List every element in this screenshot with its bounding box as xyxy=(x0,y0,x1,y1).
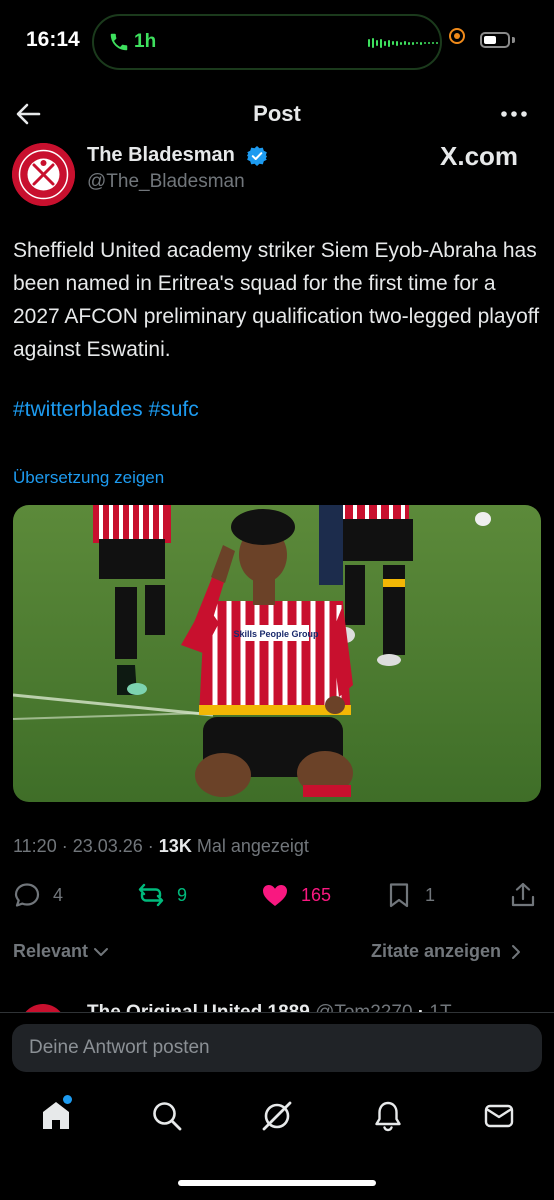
reply-input[interactable]: Deine Antwort posten xyxy=(12,1024,542,1072)
share-button[interactable] xyxy=(509,880,537,910)
tweet-date: 23.03.26 xyxy=(72,836,143,856)
grok-icon xyxy=(262,1101,292,1131)
view-quotes-link[interactable]: Zitate anzeigen xyxy=(371,941,525,962)
notifications-icon xyxy=(375,1101,401,1132)
avatar[interactable] xyxy=(12,143,75,206)
tweet-photo[interactable]: Skills People Group xyxy=(13,505,541,802)
bookmark-count: 1 xyxy=(425,884,436,905)
more-options-icon[interactable] xyxy=(498,100,530,128)
tab-search[interactable] xyxy=(149,1098,185,1134)
bookmark-button[interactable]: 1 xyxy=(385,880,435,910)
heart-icon xyxy=(263,885,287,906)
phone-icon xyxy=(110,33,128,51)
tweet-text: Sheffield United academy striker Siem Ey… xyxy=(13,239,540,361)
views-label: Mal angezeigt xyxy=(196,836,309,856)
views-count: 13K xyxy=(158,836,192,856)
tweet-time: 11:20 xyxy=(13,836,57,856)
like-button[interactable]: 165 xyxy=(261,880,331,910)
sort-dropdown[interactable]: Relevant xyxy=(13,941,110,962)
call-duration: 1h xyxy=(134,31,157,52)
verified-badge-icon xyxy=(247,146,267,166)
messages-icon xyxy=(484,1104,514,1128)
hashtag-link[interactable]: #sufc xyxy=(149,398,199,421)
chevron-down-icon xyxy=(94,947,109,956)
audio-waveform xyxy=(368,38,438,48)
author-name[interactable]: The Bladesman xyxy=(87,144,235,167)
hashtags: #twitterblades #sufc xyxy=(13,398,205,422)
repost-icon xyxy=(138,883,164,907)
tab-notifications[interactable] xyxy=(370,1098,406,1134)
share-icon xyxy=(511,882,535,907)
like-count: 165 xyxy=(301,884,332,905)
status-time: 16:14 xyxy=(26,28,80,51)
quotes-label: Zitate anzeigen xyxy=(371,941,502,961)
repost-count: 9 xyxy=(177,884,188,905)
page-title: Post xyxy=(253,101,301,126)
bookmark-icon xyxy=(389,883,409,908)
reply-count: 4 xyxy=(53,884,64,905)
reply-button[interactable]: 4 xyxy=(13,880,63,910)
tab-grok[interactable] xyxy=(259,1098,295,1134)
dynamic-island-call[interactable]: 1h xyxy=(92,14,465,70)
search-icon xyxy=(153,1102,182,1131)
hashtag-link[interactable]: #twitterblades xyxy=(13,398,143,421)
notification-dot xyxy=(63,1095,72,1104)
reply-icon xyxy=(14,883,40,907)
club-crest-icon xyxy=(12,143,75,206)
translate-link[interactable]: Übersetzung zeigen xyxy=(13,468,164,488)
reply-avatar xyxy=(20,1004,66,1012)
battery-level xyxy=(484,36,496,44)
photo-sponsor-text: Skills People Group xyxy=(233,629,319,639)
divider xyxy=(0,1012,554,1013)
reply-preview[interactable]: The Original United 1889 @Tom2270 · 1T xyxy=(0,990,554,1012)
recording-indicator-icon xyxy=(449,28,465,44)
tab-messages[interactable] xyxy=(481,1098,517,1134)
sort-label: Relevant xyxy=(13,941,89,961)
source-label: X.com xyxy=(440,141,519,171)
battery-icon xyxy=(480,32,510,48)
football-celebration-photo: Skills People Group xyxy=(13,505,541,802)
tweet-meta: 11:20 · 23.03.26 · 13K Mal angezeigt xyxy=(13,836,309,856)
chevron-right-icon xyxy=(512,944,521,959)
reply-author: The Original United 1889 @Tom2270 · 1T xyxy=(87,1002,452,1012)
repost-button[interactable]: 9 xyxy=(137,880,187,910)
author-handle[interactable]: @The_Bladesman xyxy=(87,171,245,193)
home-indicator[interactable] xyxy=(178,1180,376,1186)
battery-tip xyxy=(512,37,515,43)
